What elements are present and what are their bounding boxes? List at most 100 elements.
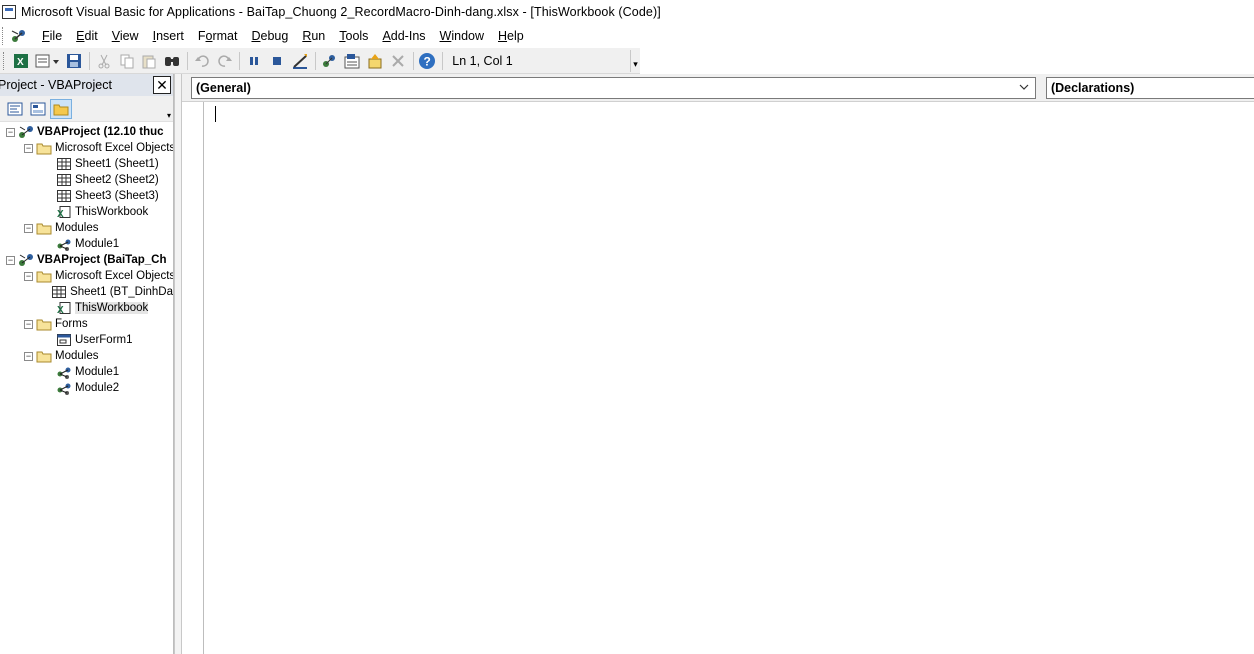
menu-run[interactable]: Run <box>295 26 332 46</box>
menu-edit[interactable]: Edit <box>69 26 105 46</box>
collapse-toggle-icon[interactable]: − <box>24 143 33 153</box>
tree-node-project[interactable]: − VBAProject (BaiTap_Ch <box>0 252 173 268</box>
menu-bar: File Edit View Insert Format Debug Run Tools Add… <box>0 24 1254 48</box>
folder-icon <box>36 221 52 235</box>
vba-app-icon <box>2 5 16 19</box>
tree-node-label: Modules <box>55 350 99 362</box>
toolbar-separator <box>187 51 188 70</box>
tree-node-label: Forms <box>55 318 88 330</box>
tree-node-sheet[interactable]: Sheet2 (Sheet2) <box>0 172 173 188</box>
toggle-folders-icon[interactable] <box>50 98 72 119</box>
form-icon <box>56 333 72 347</box>
tree-node-project[interactable]: − VBAProject (12.10 thuc <box>0 124 173 140</box>
tree-node-label: VBAProject (BaiTap_Ch <box>37 254 167 266</box>
tree-node-folder[interactable]: − Forms <box>0 316 173 332</box>
object-dropdown[interactable]: (General) <box>191 76 1036 99</box>
collapse-toggle-icon[interactable]: − <box>6 255 15 265</box>
vba-menu-icon[interactable] <box>9 27 29 45</box>
view-object-icon[interactable] <box>27 99 49 119</box>
tree-node-sheet[interactable]: Sheet3 (Sheet3) <box>0 188 173 204</box>
help-icon[interactable]: ? <box>417 50 439 72</box>
close-icon[interactable]: ✕ <box>153 76 171 94</box>
menu-view[interactable]: View <box>105 26 146 46</box>
tree-node-folder[interactable]: − Modules <box>0 348 173 364</box>
project-toolbar-overflow-icon[interactable]: ▾ <box>167 111 171 120</box>
collapse-toggle-icon[interactable]: − <box>24 271 33 281</box>
tree-node-folder[interactable]: − Microsoft Excel Objects <box>0 140 173 156</box>
menu-format[interactable]: Format <box>191 26 245 46</box>
tree-node-label: Module2 <box>75 382 120 394</box>
code-margin-indicator-bar[interactable] <box>182 102 204 654</box>
chevron-down-icon[interactable] <box>1019 82 1029 92</box>
object-browser-icon[interactable] <box>364 50 386 72</box>
tree-node-folder[interactable]: − Modules <box>0 220 173 236</box>
project-explorer-header: Project - VBAProject ✕ <box>0 74 173 96</box>
menu-debug[interactable]: Debug <box>244 26 295 46</box>
redo-icon[interactable] <box>214 50 236 72</box>
menubar-grip[interactable] <box>2 27 5 45</box>
properties-window-icon[interactable] <box>341 50 363 72</box>
cut-icon[interactable] <box>93 50 115 72</box>
toolbar-separator <box>239 51 241 70</box>
find-icon[interactable] <box>161 50 183 72</box>
paste-icon[interactable] <box>139 50 161 72</box>
menu-help[interactable]: Help <box>491 26 531 46</box>
procedure-dropdown-value: (Declarations) <box>1050 80 1135 95</box>
reset-icon[interactable] <box>266 50 288 72</box>
excel-view-icon[interactable]: X <box>10 50 32 72</box>
sheet-icon <box>56 173 72 187</box>
collapse-toggle-icon[interactable]: − <box>24 351 33 361</box>
toolbox-icon[interactable] <box>387 50 409 72</box>
svg-text:X: X <box>57 305 64 315</box>
tree-node-sheet[interactable]: Sheet1 (Sheet1) <box>0 156 173 172</box>
toolbar-separator <box>442 51 444 70</box>
break-icon[interactable] <box>243 50 265 72</box>
tree-node-label: Sheet1 (Sheet1) <box>75 158 159 170</box>
module-icon <box>56 365 72 379</box>
svg-text:X: X <box>17 57 24 68</box>
tree-node-workbook[interactable]: X ThisWorkbook <box>0 300 173 316</box>
collapse-toggle-icon[interactable]: − <box>24 319 33 329</box>
sheet-icon <box>51 285 67 299</box>
toolbar-options-icon[interactable]: ▾ <box>630 49 640 72</box>
menu-tools[interactable]: Tools <box>332 26 375 46</box>
sheet-icon <box>56 157 72 171</box>
pane-splitter[interactable] <box>174 74 182 654</box>
tree-node-label: Module1 <box>75 238 120 250</box>
folder-icon <box>36 269 52 283</box>
toolbar-grip[interactable] <box>3 51 6 70</box>
menu-add-ins[interactable]: Add-Ins <box>375 26 432 46</box>
project-explorer-icon[interactable] <box>319 50 341 72</box>
save-icon[interactable] <box>63 50 85 72</box>
tree-node-workbook[interactable]: X ThisWorkbook <box>0 204 173 220</box>
code-editor[interactable] <box>204 102 1254 654</box>
code-window: (General) (Declarations) <box>182 74 1254 654</box>
copy-icon[interactable] <box>116 50 138 72</box>
toolbar-separator <box>412 51 414 70</box>
tree-node-sheet[interactable]: Sheet1 (BT_DinhDa <box>0 284 173 300</box>
svg-text:?: ? <box>424 54 431 68</box>
collapse-toggle-icon[interactable]: − <box>6 127 15 137</box>
tree-node-label: ThisWorkbook <box>75 302 149 314</box>
menu-window[interactable]: Window <box>433 26 491 46</box>
project-icon <box>18 125 34 139</box>
view-code-icon[interactable] <box>4 99 26 119</box>
insert-module-icon[interactable] <box>33 50 63 72</box>
undo-icon[interactable] <box>191 50 213 72</box>
tree-node-form[interactable]: UserForm1 <box>0 332 173 348</box>
menu-insert[interactable]: Insert <box>146 26 191 46</box>
sheet-icon <box>56 189 72 203</box>
collapse-toggle-icon[interactable]: − <box>24 223 33 233</box>
tree-node-module[interactable]: Module1 <box>0 236 173 252</box>
folder-icon <box>36 349 52 363</box>
design-mode-icon[interactable] <box>289 50 311 72</box>
tree-node-folder[interactable]: − Microsoft Excel Objects <box>0 268 173 284</box>
window-title: Microsoft Visual Basic for Applications … <box>21 5 661 19</box>
tree-node-label: Microsoft Excel Objects <box>55 142 173 154</box>
procedure-dropdown[interactable]: (Declarations) <box>1045 76 1254 99</box>
tree-node-module[interactable]: Module1 <box>0 364 173 380</box>
folder-icon <box>36 141 52 155</box>
menu-file[interactable]: File <box>35 26 69 46</box>
code-combo-row: (General) (Declarations) <box>182 74 1254 102</box>
tree-node-module[interactable]: Module2 <box>0 380 173 396</box>
